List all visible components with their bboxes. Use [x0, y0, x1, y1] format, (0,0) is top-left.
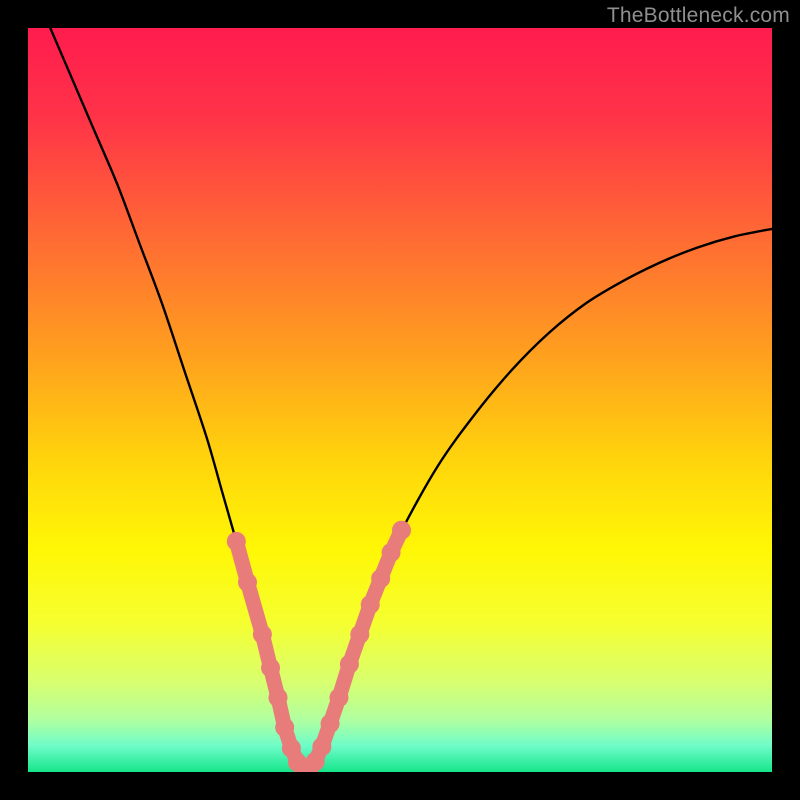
- chart-svg: [28, 28, 772, 772]
- marker-point: [321, 714, 340, 733]
- chart-frame: TheBottleneck.com: [0, 0, 800, 800]
- marker-point: [329, 688, 348, 707]
- marker-point: [392, 521, 411, 540]
- marker-point: [238, 573, 257, 592]
- marker-point: [312, 737, 331, 756]
- marker-point: [275, 718, 294, 737]
- gradient-background: [28, 28, 772, 772]
- marker-point: [227, 532, 246, 551]
- marker-point: [268, 688, 287, 707]
- marker-point: [350, 625, 369, 644]
- marker-point: [261, 658, 280, 677]
- watermark-text: TheBottleneck.com: [607, 4, 790, 28]
- marker-point: [253, 625, 272, 644]
- marker-point: [382, 543, 401, 562]
- marker-point: [361, 595, 380, 614]
- plot-area: [28, 28, 772, 772]
- marker-point: [371, 569, 390, 588]
- marker-point: [340, 655, 359, 674]
